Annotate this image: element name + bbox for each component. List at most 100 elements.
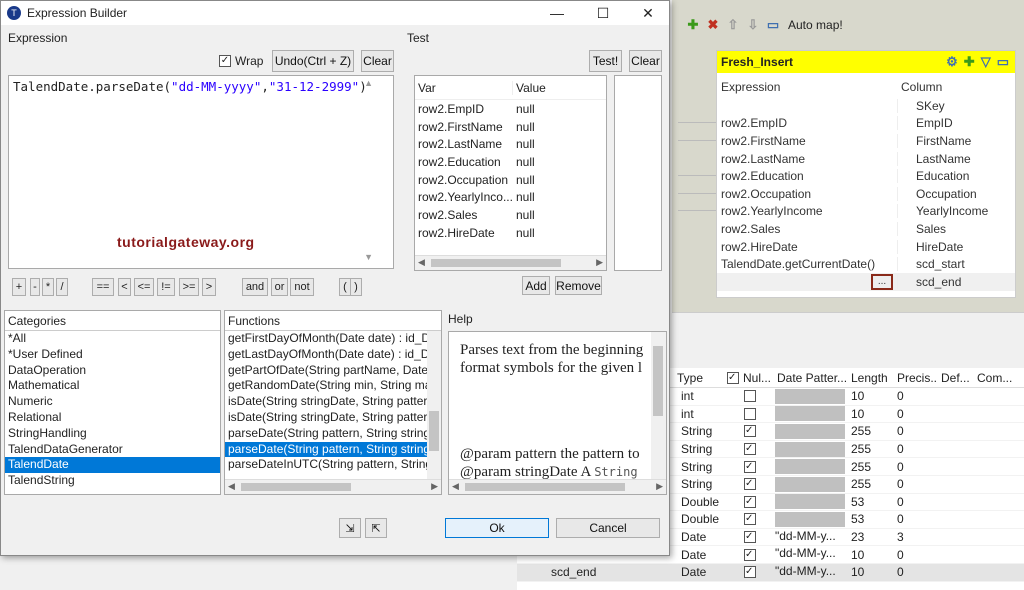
mapper-expression[interactable]: row2.FirstName	[717, 134, 897, 148]
test-row[interactable]: row2.LastNamenull	[415, 135, 606, 153]
schema-length[interactable]: 10	[847, 389, 893, 403]
schema-type[interactable]: String	[677, 424, 727, 438]
test-row[interactable]: row2.Occupationnull	[415, 171, 606, 189]
schema-type[interactable]: Double	[677, 512, 727, 526]
import-icon[interactable]: ⇲	[339, 518, 361, 538]
schema-precision[interactable]: 0	[893, 548, 937, 562]
schema-type[interactable]: String	[677, 477, 727, 491]
clear-expression-button[interactable]: Clear	[361, 50, 394, 72]
nullable-checkbox[interactable]: ✓	[744, 513, 756, 525]
test-row[interactable]: row2.EmpIDnull	[415, 100, 606, 118]
move-down-icon[interactable]: ⇩	[746, 18, 760, 32]
functions-hscroll[interactable]: ◀ ▶	[225, 479, 441, 494]
operator-button[interactable]: *	[42, 278, 54, 296]
remove-button[interactable]: Remove	[555, 276, 602, 295]
mapper-expression[interactable]: row2.EmpID	[717, 116, 897, 130]
functions-vscroll[interactable]	[427, 331, 442, 479]
test-row[interactable]: row2.Salesnull	[415, 206, 606, 224]
mapper-expression[interactable]: row2.YearlyIncome	[717, 204, 897, 218]
schema-precision[interactable]: 0	[893, 389, 937, 403]
schema-precision[interactable]: 0	[893, 477, 937, 491]
minimize-button[interactable]: —	[534, 1, 580, 25]
function-item[interactable]: getFirstDayOfMonth(Date date) : id_Da	[225, 331, 427, 347]
mapper-expression[interactable]: ...	[717, 274, 897, 290]
operator-button[interactable]: )	[350, 278, 362, 296]
mapper-expression[interactable]: row2.Occupation	[717, 187, 897, 201]
nullable-all-checkbox[interactable]: ✓	[727, 372, 739, 384]
function-item[interactable]: getLastDayOfMonth(Date date) : id_Da	[225, 347, 427, 363]
operator-button[interactable]: <	[118, 278, 131, 296]
operator-button[interactable]: -	[30, 278, 40, 296]
test-value[interactable]: null	[513, 173, 535, 187]
nullable-checkbox[interactable]	[744, 408, 756, 420]
nullable-checkbox[interactable]: ✓	[744, 461, 756, 473]
test-value[interactable]: null	[513, 120, 535, 134]
operator-button[interactable]: and	[242, 278, 268, 296]
close-button[interactable]: ✕	[625, 1, 671, 25]
nullable-checkbox[interactable]: ✓	[744, 566, 756, 578]
schema-pattern-cell[interactable]: "dd-MM-y...	[773, 546, 847, 563]
schema-pattern-cell[interactable]: "dd-MM-y...	[773, 564, 847, 581]
undo-button[interactable]: Undo(Ctrl + Z)	[272, 50, 354, 72]
schema-precision[interactable]: 0	[893, 424, 937, 438]
schema-length[interactable]: 255	[847, 460, 893, 474]
schema-length[interactable]: 255	[847, 424, 893, 438]
schema-pattern-cell[interactable]	[773, 389, 847, 404]
operator-button[interactable]: or	[271, 278, 288, 296]
mapper-expression[interactable]: row2.Education	[717, 169, 897, 183]
nullable-checkbox[interactable]: ✓	[744, 496, 756, 508]
test-row[interactable]: row2.Educationnull	[415, 153, 606, 171]
function-item[interactable]: parseDate(String pattern, String stringD	[225, 426, 427, 442]
move-up-icon[interactable]: ⇧	[726, 18, 740, 32]
schema-type[interactable]: int	[677, 407, 727, 421]
function-item[interactable]: getPartOfDate(String partName, Date d	[225, 363, 427, 379]
schema-length[interactable]: 10	[847, 407, 893, 421]
schema-precision[interactable]: 0	[893, 460, 937, 474]
schema-length[interactable]: 10	[847, 565, 893, 579]
schema-precision[interactable]: 0	[893, 565, 937, 579]
schema-precision[interactable]: 0	[893, 495, 937, 509]
function-item[interactable]: isDate(String stringDate, String pattern	[225, 410, 427, 426]
schema-type[interactable]: int	[677, 389, 727, 403]
test-value[interactable]: null	[513, 208, 535, 222]
category-item[interactable]: DataOperation	[5, 363, 220, 379]
category-item[interactable]: StringHandling	[5, 426, 220, 442]
function-item[interactable]: parseDateInUTC(String pattern, String	[225, 457, 427, 473]
schema-length[interactable]: 255	[847, 477, 893, 491]
help-vscroll[interactable]	[651, 332, 666, 480]
ok-button[interactable]: Ok	[445, 518, 549, 538]
schema-row[interactable]: scd_endDate✓"dd-MM-y...100	[517, 564, 1024, 582]
test-result-area[interactable]	[614, 75, 662, 271]
category-item[interactable]: *User Defined	[5, 347, 220, 363]
schema-type[interactable]: Date	[677, 530, 727, 544]
test-value[interactable]: null	[513, 226, 535, 240]
schema-type[interactable]: Date	[677, 548, 727, 562]
maximize-button[interactable]: ☐	[580, 1, 626, 25]
schema-length[interactable]: 10	[847, 548, 893, 562]
operator-button[interactable]: not	[290, 278, 314, 296]
operator-button[interactable]: !=	[157, 278, 175, 296]
schema-pattern-cell[interactable]	[773, 494, 847, 509]
nullable-checkbox[interactable]	[744, 390, 756, 402]
category-item[interactable]: Numeric	[5, 394, 220, 410]
schema-pattern-cell[interactable]	[773, 477, 847, 492]
remove-icon[interactable]: ✖	[706, 18, 720, 32]
schema-precision[interactable]: 0	[893, 442, 937, 456]
cancel-button[interactable]: Cancel	[556, 518, 660, 538]
test-row[interactable]: row2.YearlyInco...null	[415, 188, 606, 206]
category-item[interactable]: Relational	[5, 410, 220, 426]
nullable-checkbox[interactable]: ✓	[744, 443, 756, 455]
test-row[interactable]: row2.FirstNamenull	[415, 118, 606, 136]
operator-button[interactable]: >	[202, 278, 216, 296]
clear-test-button[interactable]: Clear	[629, 50, 662, 72]
schema-type[interactable]: String	[677, 460, 727, 474]
mapper-expression[interactable]: row2.LastName	[717, 152, 897, 166]
schema-pattern-cell[interactable]	[773, 442, 847, 457]
nullable-checkbox[interactable]: ✓	[744, 425, 756, 437]
schema-length[interactable]: 53	[847, 512, 893, 526]
schema-length[interactable]: 255	[847, 442, 893, 456]
expression-builder-launch-button[interactable]: ...	[871, 274, 893, 290]
function-item[interactable]: parseDate(String pattern, String string	[225, 442, 427, 458]
test-value[interactable]: null	[513, 137, 535, 151]
category-item[interactable]: TalendString	[5, 473, 220, 489]
